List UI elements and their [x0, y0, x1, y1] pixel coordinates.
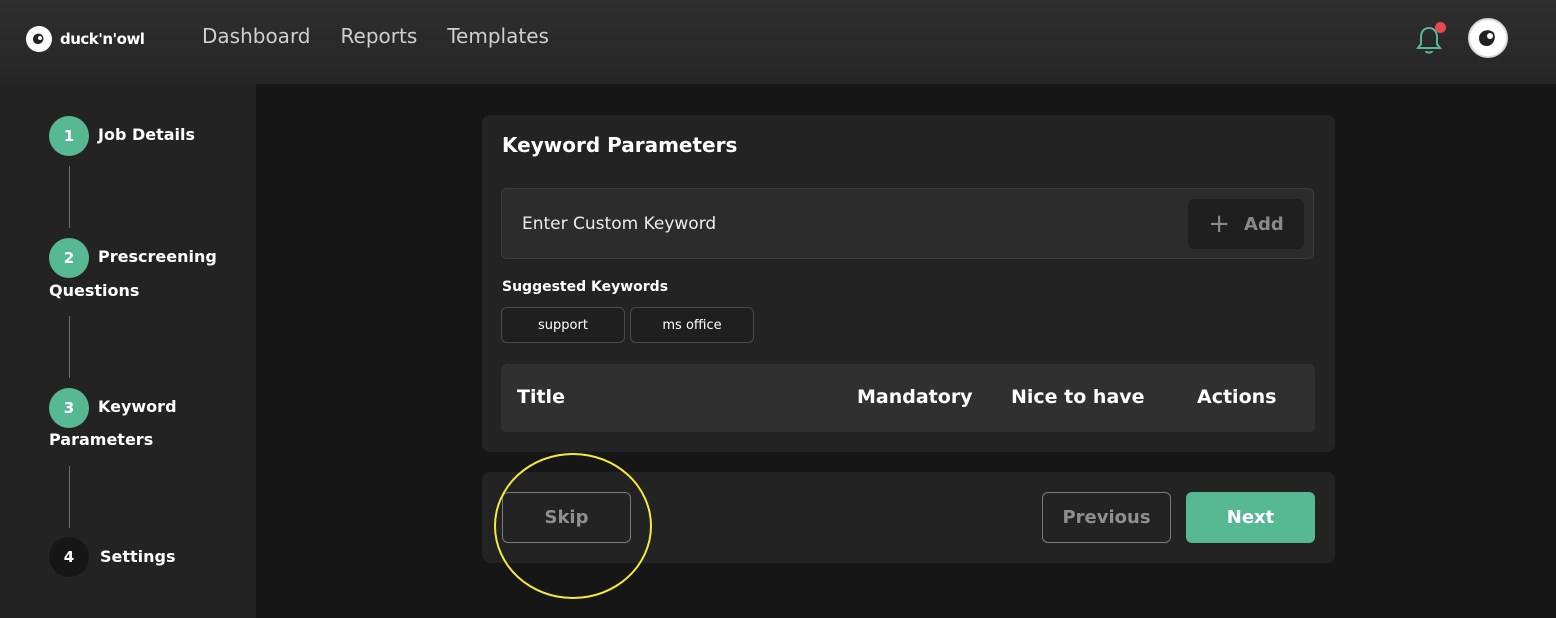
step-4-number[interactable]: 4	[49, 537, 89, 577]
suggested-keywords-label: Suggested Keywords	[502, 279, 669, 295]
column-title: Title	[517, 386, 565, 408]
logo-icon	[26, 26, 52, 52]
step-connector	[69, 316, 70, 378]
column-nice-to-have: Nice to have	[1011, 386, 1145, 408]
custom-keyword-input[interactable]	[520, 207, 1124, 241]
step-1-label[interactable]: Job Details	[98, 118, 195, 152]
step-2-number[interactable]: 2	[49, 238, 89, 278]
previous-button[interactable]: Previous	[1042, 492, 1171, 543]
highlight-annotation	[494, 453, 652, 599]
custom-keyword-box: + Add	[501, 188, 1314, 259]
suggested-keyword-chip[interactable]: ms office	[630, 307, 754, 343]
stepper-sidebar: 1 Job Details 2 Prescreening Questions 3…	[0, 84, 256, 618]
top-bar: duck'n'owl Dashboard Reports Templates	[0, 0, 1556, 84]
nav-templates[interactable]: Templates	[447, 24, 549, 48]
keywords-table-header: Title Mandatory Nice to have Actions	[501, 364, 1315, 432]
step-1-number[interactable]: 1	[49, 116, 89, 156]
step-connector	[69, 466, 70, 528]
keyword-parameters-card: Keyword Parameters + Add Suggested Keywo…	[482, 115, 1335, 452]
column-actions: Actions	[1197, 386, 1277, 408]
step-2-label-line2[interactable]: Questions	[49, 274, 139, 308]
suggested-keyword-chip[interactable]: support	[501, 307, 625, 343]
nav-dashboard[interactable]: Dashboard	[202, 24, 311, 48]
notification-dot	[1435, 22, 1446, 33]
step-2-label[interactable]: Prescreening	[98, 240, 217, 274]
add-keyword-button[interactable]: + Add	[1188, 199, 1304, 249]
brand-logo[interactable]: duck'n'owl	[26, 26, 145, 52]
avatar-icon[interactable]	[1468, 18, 1508, 58]
step-3-label-line2[interactable]: Parameters	[49, 423, 153, 457]
next-button[interactable]: Next	[1186, 492, 1315, 543]
step-3-label[interactable]: Keyword	[98, 390, 177, 424]
card-title: Keyword Parameters	[502, 133, 738, 157]
column-mandatory: Mandatory	[857, 386, 973, 408]
step-connector	[69, 166, 70, 228]
step-4-label[interactable]: Settings	[100, 540, 176, 574]
brand-name: duck'n'owl	[60, 30, 145, 48]
add-button-label: Add	[1244, 213, 1284, 235]
plus-icon: +	[1208, 209, 1231, 239]
step-3-number[interactable]: 3	[49, 388, 89, 428]
nav-reports[interactable]: Reports	[341, 24, 418, 48]
main-nav: Dashboard Reports Templates	[202, 24, 549, 48]
